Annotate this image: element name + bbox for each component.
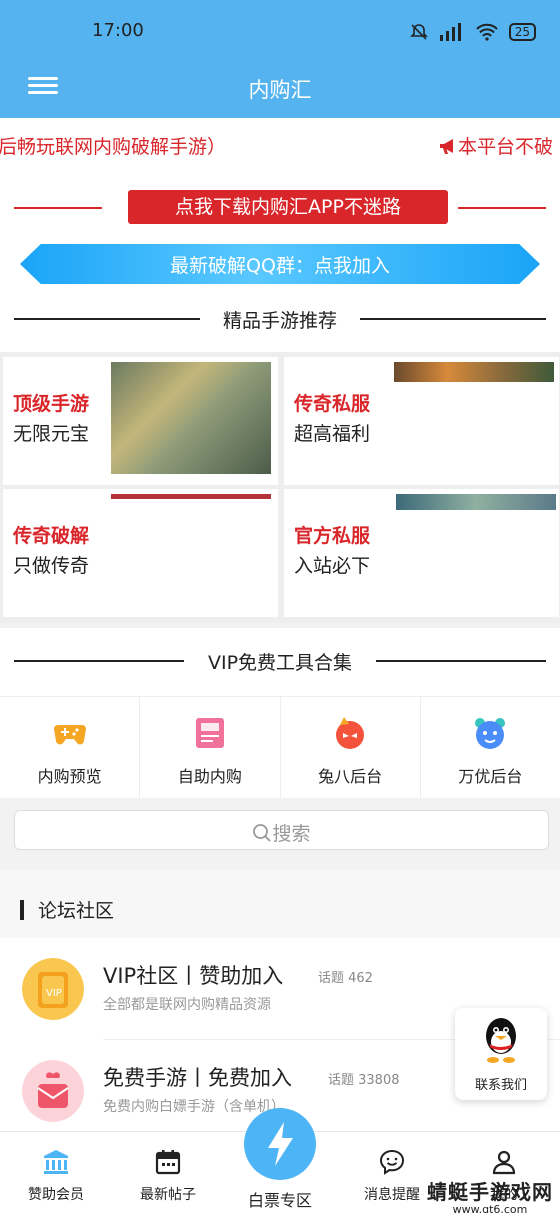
board-topic-count: 话题 33808 xyxy=(328,1073,400,1088)
game-grid: 顶级手游 无限元宝 传奇私服 超高福利 传奇破解 只做传奇 官方私服 入站必下 xyxy=(0,352,560,623)
title-marker xyxy=(20,900,24,920)
battery-indicator: 25 xyxy=(508,23,536,41)
qq-group-button[interactable]: 最新破解QQ群：点我加入 xyxy=(20,244,540,284)
tools-section-title: VIP免费工具合集 xyxy=(14,646,546,676)
page-title: 内购汇 xyxy=(248,78,312,102)
calendar-icon xyxy=(155,1150,181,1175)
app-bar: 内购汇 xyxy=(0,60,560,118)
announcement-marquee[interactable]: 后畅玩联网内购破解手游） 本平台不破 xyxy=(0,128,560,162)
tool-item-self-purchase[interactable]: 自助内购 xyxy=(140,697,281,798)
search-section: 搜索 xyxy=(0,798,560,862)
tool-item-wanyou[interactable]: 万优后台 xyxy=(421,697,560,798)
marquee-text-right: 本平台不破 xyxy=(438,132,553,159)
game-thumbnail xyxy=(394,362,554,382)
divider-right xyxy=(360,318,546,320)
game-card[interactable]: 传奇私服 超高福利 xyxy=(284,357,559,485)
tool-label: 自助内购 xyxy=(177,767,242,786)
tab-sponsor[interactable]: 赞助会员 xyxy=(0,1132,112,1213)
gift-box-icon xyxy=(22,1060,84,1122)
status-bar: 17:00 25 xyxy=(0,0,560,60)
forum-header: 论坛社区 xyxy=(0,870,560,938)
game-card-subtitle: 只做传奇 xyxy=(13,555,90,577)
qq-penguin-icon xyxy=(486,1018,516,1063)
game-card-title: 传奇私服 xyxy=(294,393,371,415)
divider-left xyxy=(14,207,102,209)
search-input[interactable]: 搜索 xyxy=(14,810,549,850)
tab-latest-posts[interactable]: 最新帖子 xyxy=(112,1132,224,1213)
tab-label: 赞助会员 xyxy=(28,1187,84,1203)
tool-label: 兔八后台 xyxy=(318,767,383,786)
search-placeholder-text: 搜索 xyxy=(272,823,311,845)
download-banner: 点我下载内购汇APP不迷路 xyxy=(14,190,546,226)
board-name: VIP社区丨赞助加入 xyxy=(103,964,284,988)
board-description: 全部都是联网内购精品资源 xyxy=(103,997,271,1013)
game-card[interactable]: 顶级手游 无限元宝 xyxy=(3,357,278,485)
tab-free-zone-label: 白票专区 xyxy=(247,1191,312,1210)
contact-us-button[interactable]: 联系我们 xyxy=(455,1008,547,1100)
games-section-title: 精品手游推荐 xyxy=(14,304,546,334)
tool-label: 内购预览 xyxy=(37,767,102,786)
search-placeholder: 搜索 xyxy=(15,819,548,846)
game-card-subtitle: 入站必下 xyxy=(294,555,371,577)
tool-item-preview[interactable]: 内购预览 xyxy=(0,697,141,798)
divider-right xyxy=(376,660,546,662)
card-icon xyxy=(195,718,224,748)
watermark-title: 蜻蜓手游戏网 xyxy=(427,1180,553,1204)
mute-icon xyxy=(409,24,428,40)
tool-row: 内购预览 自助内购 兔八后台 万优后台 xyxy=(0,696,560,798)
download-app-button[interactable]: 点我下载内购汇APP不迷路 xyxy=(128,190,448,224)
signal-icon xyxy=(439,23,461,41)
tools-section: VIP免费工具合集 内购预览 自助内购 兔八后台 万优后台 xyxy=(0,628,560,798)
tab-label: 最新帖子 xyxy=(140,1187,196,1203)
bank-icon xyxy=(44,1150,68,1174)
chat-icon xyxy=(379,1149,405,1175)
game-thumbnail xyxy=(111,362,271,474)
wifi-icon xyxy=(476,23,498,41)
marquee-text-right-label: 本平台不破 xyxy=(458,136,554,158)
qq-banner-label: 最新破解QQ群：点我加入 xyxy=(170,255,390,277)
bear-face-icon xyxy=(475,718,506,749)
game-card-title: 官方私服 xyxy=(294,525,371,547)
lightning-icon xyxy=(268,1122,293,1166)
contact-us-label: 联系我们 xyxy=(474,1078,527,1093)
game-card-subtitle: 超高福利 xyxy=(294,423,371,445)
user-icon xyxy=(492,1150,516,1175)
game-thumbnail xyxy=(396,494,556,510)
rabbit-face-icon xyxy=(336,717,365,749)
svg-text:VIP: VIP xyxy=(46,988,62,999)
game-card[interactable]: 传奇破解 只做传奇 xyxy=(3,489,278,617)
game-card[interactable]: 官方私服 入站必下 xyxy=(284,489,559,617)
marquee-text-left: 后畅玩联网内购破解手游） xyxy=(0,136,227,158)
board-topic-count: 话题 462 xyxy=(318,971,373,986)
status-time: 17:00 xyxy=(92,20,144,41)
gamepad-icon xyxy=(53,725,86,745)
tool-label: 万优后台 xyxy=(458,767,523,786)
status-icons: 25 xyxy=(409,22,536,42)
forum-title: 论坛社区 xyxy=(38,900,115,922)
board-name: 免费手游丨免费加入 xyxy=(103,1066,292,1090)
game-card-title: 顶级手游 xyxy=(13,393,90,415)
tool-item-tuba[interactable]: 兔八后台 xyxy=(281,697,421,798)
game-card-title: 传奇破解 xyxy=(13,525,90,547)
game-thumbnail xyxy=(111,494,271,499)
search-icon xyxy=(253,824,272,842)
divider-right xyxy=(458,207,546,209)
tab-free-zone-button[interactable] xyxy=(244,1108,316,1180)
vip-card-icon: VIP xyxy=(22,958,84,1020)
game-card-subtitle: 无限元宝 xyxy=(13,423,90,445)
megaphone-icon xyxy=(440,139,453,154)
watermark: 蜻蜓手游戏网 www.qt6.com xyxy=(420,1176,560,1213)
